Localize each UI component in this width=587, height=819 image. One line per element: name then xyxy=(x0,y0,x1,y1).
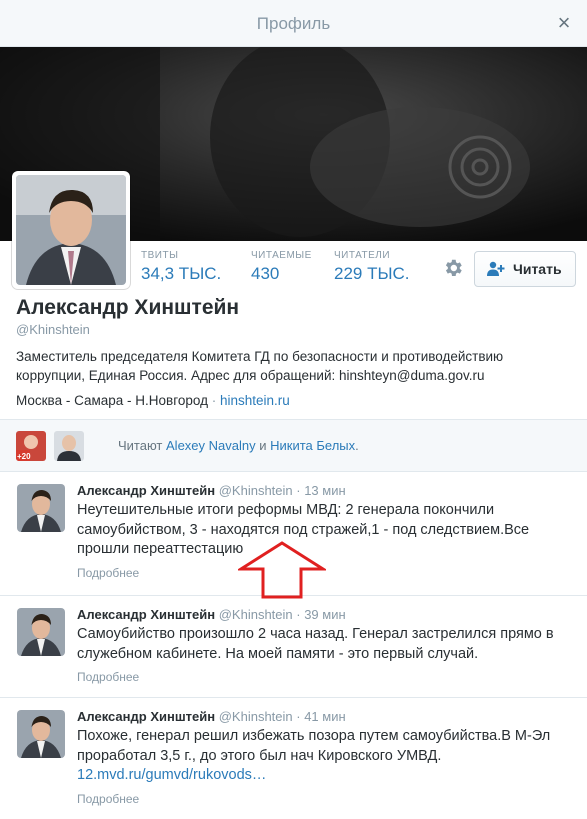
tweet-header: Александр Хинштейн @Khinshtein · 13 мин xyxy=(77,483,346,498)
modal-titlebar: Профиль × xyxy=(0,0,587,47)
followed-by-suffix: . xyxy=(355,438,359,453)
profile-modal: Профиль × ТВИТЫ 34,3 ТЫС. ЧИТАЕМЫЕ 430 Ч… xyxy=(0,0,587,819)
tweet-author-name[interactable]: Александр Хинштейн xyxy=(77,483,215,498)
tweet-expand-link[interactable]: Подробнее xyxy=(77,670,139,684)
tweet-text: Самоубийство произошло 2 часа назад. Ген… xyxy=(77,626,554,662)
followed-by-user2-link[interactable]: Никита Белых xyxy=(270,438,355,453)
annotation-arrow-icon xyxy=(235,540,329,605)
stat-tweets-value: 34,3 ТЫС. xyxy=(141,264,222,283)
tweet-expand-link[interactable]: Подробнее xyxy=(77,566,139,580)
follow-button[interactable]: Читать xyxy=(474,251,576,287)
tweet-author-handle[interactable]: @Khinshtein xyxy=(219,709,293,724)
followed-by-section: +20 Читают Alexey Navalny и Никита Белых… xyxy=(0,419,587,472)
tweet-link[interactable]: 12.mvd.ru/gumvd/rukovods… xyxy=(77,767,266,783)
follower-avatar-belykh[interactable] xyxy=(54,431,84,461)
followed-by-user1-link[interactable]: Alexey Navalny xyxy=(166,438,256,453)
location-separator: · xyxy=(211,393,217,408)
tweet-expand-link[interactable]: Подробнее xyxy=(77,792,139,806)
tweet-timestamp[interactable]: · 39 мин xyxy=(296,607,345,622)
profile-location-line: Москва - Самара - Н.Новгород · hinshtein… xyxy=(16,393,290,408)
tweet-avatar[interactable] xyxy=(17,710,65,758)
profile-location: Москва - Самара - Н.Новгород xyxy=(16,393,208,408)
gear-icon[interactable] xyxy=(442,257,464,279)
follower-avatar-navalny[interactable]: +20 xyxy=(16,431,46,461)
stat-followers-value: 229 ТЫС. xyxy=(334,264,410,283)
tweet-item[interactable]: Александр Хинштейн @Khinshtein · 41 мин … xyxy=(0,698,587,819)
tweet-avatar[interactable] xyxy=(17,608,65,656)
tweet-author-handle[interactable]: @Khinshtein xyxy=(219,483,293,498)
add-user-icon xyxy=(487,261,505,280)
stat-following[interactable]: ЧИТАЕМЫЕ 430 xyxy=(251,250,312,284)
profile-name: Александр Хинштейн xyxy=(16,296,240,319)
stat-followers-label: ЧИТАТЕЛИ xyxy=(334,250,391,261)
stat-tweets[interactable]: ТВИТЫ 34,3 ТЫС. xyxy=(141,250,221,284)
tweet-header: Александр Хинштейн @Khinshtein · 39 мин xyxy=(77,607,346,622)
tweet-avatar[interactable] xyxy=(17,484,65,532)
tweet-timestamp[interactable]: · 13 мин xyxy=(296,483,345,498)
follow-button-label: Читать xyxy=(513,261,562,277)
tweet-author-name[interactable]: Александр Хинштейн xyxy=(77,607,215,622)
modal-title: Профиль xyxy=(256,14,331,33)
stat-following-value: 430 xyxy=(251,264,280,283)
tweet-item[interactable]: Александр Хинштейн @Khinshtein · 39 мин … xyxy=(0,596,587,698)
followed-by-text: Читают Alexey Navalny и Никита Белых. xyxy=(118,438,359,453)
profile-avatar[interactable] xyxy=(12,171,130,289)
followed-by-prefix: Читают xyxy=(118,438,163,453)
profile-website-link[interactable]: hinshtein.ru xyxy=(220,393,290,408)
followed-by-conj: и xyxy=(259,438,267,453)
tweet-author-handle[interactable]: @Khinshtein xyxy=(219,607,293,622)
close-icon[interactable]: × xyxy=(553,12,575,34)
stat-following-label: ЧИТАЕМЫЕ xyxy=(251,250,312,261)
stat-tweets-label: ТВИТЫ xyxy=(141,250,179,261)
stat-followers[interactable]: ЧИТАТЕЛИ 229 ТЫС. xyxy=(334,250,410,284)
tweet-text: Похоже, генерал решил избежать позора пу… xyxy=(77,728,551,764)
follower-badge: +20 xyxy=(17,452,31,461)
tweet-text-block: Похоже, генерал решил избежать позора пу… xyxy=(77,727,577,786)
tweet-text: Неутешительные итоги реформы МВД: 2 гене… xyxy=(77,502,530,557)
tweet-timestamp[interactable]: · 41 мин xyxy=(296,709,345,724)
profile-handle: @Khinshtein xyxy=(16,322,90,337)
profile-bio: Заместитель председателя Комитета ГД по … xyxy=(16,349,504,383)
tweet-header: Александр Хинштейн @Khinshtein · 41 мин xyxy=(77,709,346,724)
tweet-author-name[interactable]: Александр Хинштейн xyxy=(77,709,215,724)
